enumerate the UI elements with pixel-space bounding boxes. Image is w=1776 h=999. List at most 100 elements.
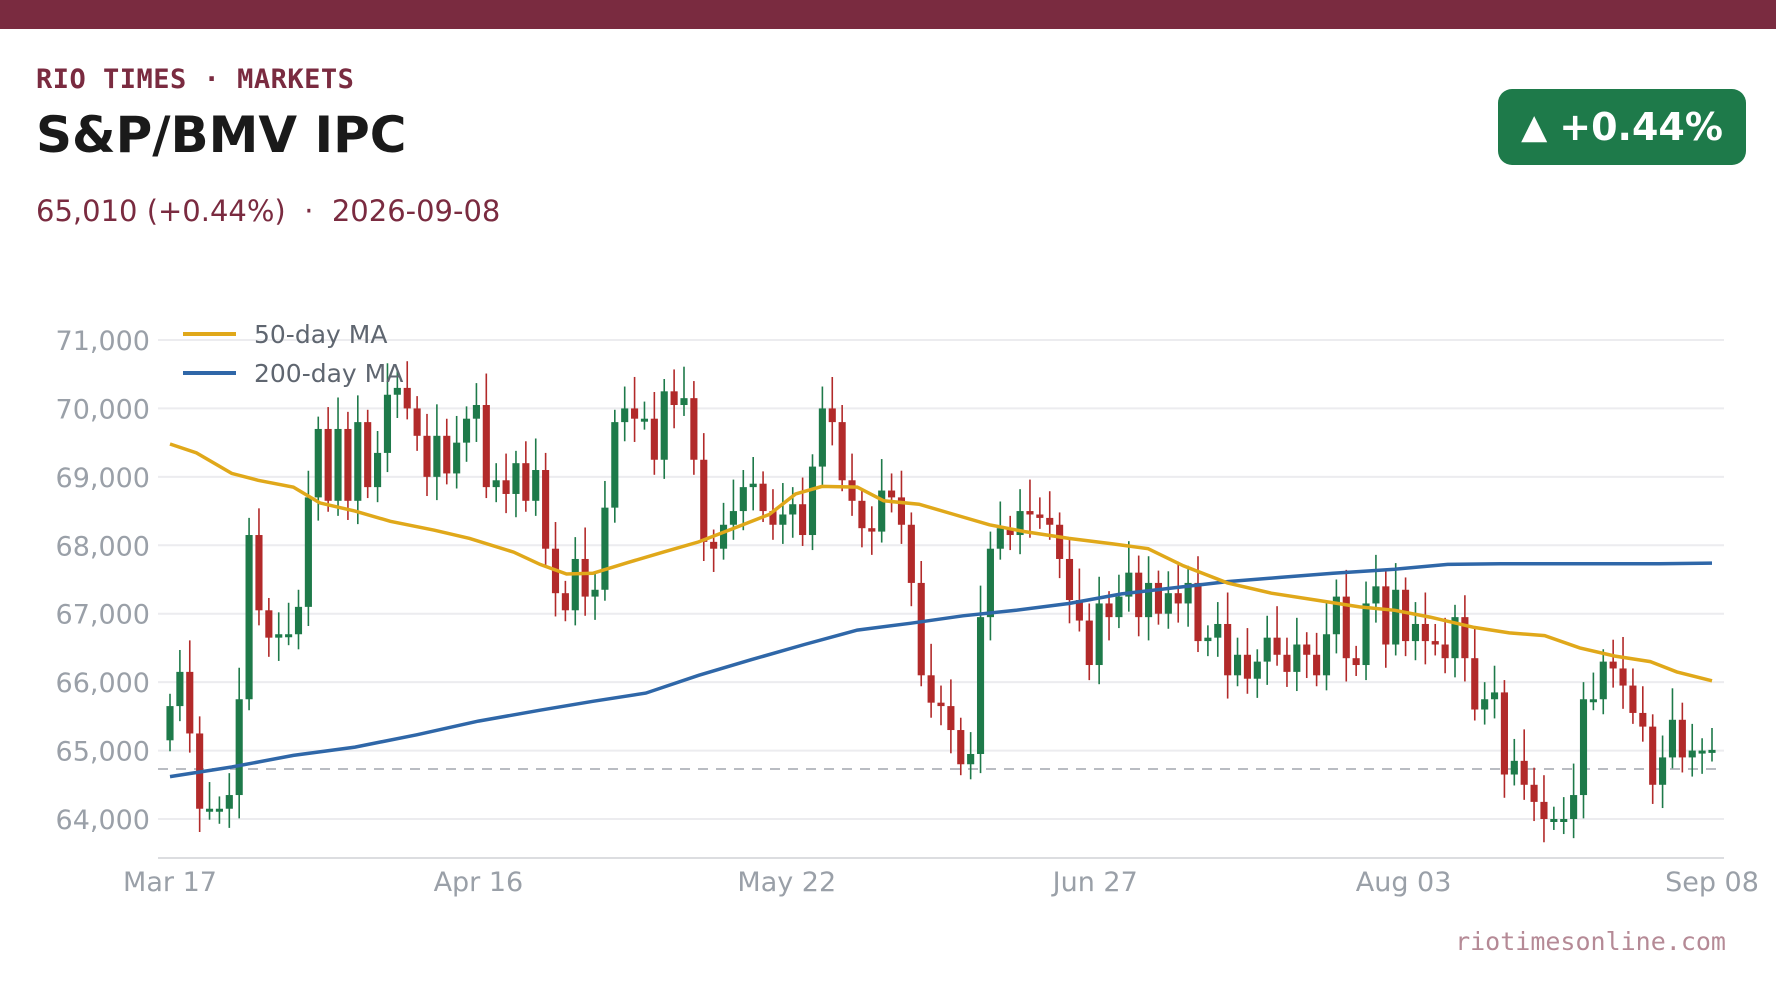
candlestick xyxy=(1560,797,1568,835)
candlestick xyxy=(275,612,283,661)
candle-body xyxy=(976,617,985,754)
candle-body xyxy=(522,463,530,501)
candlestick xyxy=(235,667,243,819)
candle-body xyxy=(1224,623,1232,676)
candlestick xyxy=(640,401,649,430)
candle-body xyxy=(838,422,846,481)
candle-body xyxy=(285,634,293,638)
candlestick xyxy=(838,405,846,492)
candlestick xyxy=(1500,680,1508,798)
candlestick xyxy=(1382,569,1390,668)
candle-body xyxy=(640,418,649,422)
candlestick xyxy=(650,392,658,475)
candlestick xyxy=(660,379,668,479)
candle-body xyxy=(571,558,579,611)
candlestick xyxy=(848,453,856,516)
candlestick xyxy=(967,732,975,780)
candlestick xyxy=(314,416,322,521)
candlestick xyxy=(403,361,411,420)
candlestick xyxy=(492,463,500,503)
candlestick xyxy=(166,693,174,752)
candlestick xyxy=(670,369,678,429)
x-tick-label: Sep 08 xyxy=(1665,867,1759,898)
candle-body xyxy=(205,808,214,812)
candle-body xyxy=(690,398,698,460)
candlestick xyxy=(1530,767,1538,822)
candle-body xyxy=(818,408,826,467)
candlestick xyxy=(1589,672,1597,711)
candlestick xyxy=(561,580,569,622)
candlestick xyxy=(601,480,609,601)
candlestick xyxy=(818,386,826,486)
candle-body xyxy=(1688,750,1696,758)
x-tick-label: Jun 27 xyxy=(1051,867,1138,898)
candlestick xyxy=(482,373,490,499)
candle-body xyxy=(749,483,757,488)
x-tick-label: Apr 16 xyxy=(434,867,524,898)
candle-body xyxy=(304,497,312,607)
candle-body xyxy=(324,428,332,501)
candle-body xyxy=(591,589,599,597)
candle-body xyxy=(986,548,994,618)
legend-ma50-label: 50-day MA xyxy=(254,320,387,349)
candle-body xyxy=(1431,641,1439,645)
candlestick xyxy=(1471,626,1479,721)
candle-body xyxy=(621,408,629,423)
y-axis: 64,000 65,000 66,000 67,000 68,000 69,000 70,0… xyxy=(56,326,150,836)
candle-body xyxy=(650,418,658,460)
candlestick xyxy=(324,407,332,512)
candle-body xyxy=(1036,514,1044,518)
candlestick xyxy=(1659,735,1667,809)
candle-body xyxy=(403,387,411,409)
candlestick xyxy=(1243,628,1251,694)
candlestick xyxy=(947,679,955,754)
candle-body xyxy=(680,398,688,406)
candle-body xyxy=(265,610,273,638)
candlestick xyxy=(1204,625,1212,657)
candle-body xyxy=(1490,692,1499,700)
candlestick xyxy=(1026,479,1034,538)
candle-body xyxy=(808,466,817,536)
candle-body xyxy=(275,634,283,638)
candlestick xyxy=(1451,604,1459,678)
candle-body xyxy=(334,428,342,501)
candle-body xyxy=(789,504,797,515)
candle-body xyxy=(907,524,915,583)
candlestick xyxy=(996,501,1004,560)
candle-body xyxy=(1411,623,1420,642)
candle-body xyxy=(1570,795,1578,819)
candle-body xyxy=(1392,589,1400,645)
candlestick xyxy=(364,409,372,499)
candle-body xyxy=(1322,634,1331,676)
candle-body xyxy=(423,435,431,477)
candlestick xyxy=(1421,592,1429,665)
candle-body xyxy=(1678,719,1686,758)
candlestick xyxy=(1540,775,1548,843)
candlestick xyxy=(1125,541,1133,612)
candle-body xyxy=(1283,654,1291,672)
candlestick xyxy=(1056,512,1064,579)
candle-body xyxy=(1421,623,1429,642)
candlestick xyxy=(957,717,965,776)
candlestick xyxy=(1283,637,1291,687)
candlestick xyxy=(374,431,382,503)
candle-body xyxy=(215,808,223,812)
candlestick xyxy=(1263,615,1271,685)
candle-body xyxy=(364,422,372,488)
candle-body xyxy=(868,528,876,532)
candle-body xyxy=(542,470,550,549)
candle-body xyxy=(888,490,896,498)
source-credit: riotimesonline.com xyxy=(1455,927,1726,956)
candle-body xyxy=(344,428,352,501)
candle-body xyxy=(1550,819,1558,822)
candle-body xyxy=(1065,558,1074,601)
candle-body xyxy=(858,500,866,529)
candlestick xyxy=(581,527,589,616)
candle-body xyxy=(799,504,807,536)
candlestick xyxy=(907,512,915,607)
candlestick xyxy=(1095,576,1103,685)
candlestick xyxy=(532,438,540,516)
candle-body xyxy=(255,535,263,611)
x-tick-label: May 22 xyxy=(737,867,836,898)
candle-body xyxy=(1026,511,1034,515)
